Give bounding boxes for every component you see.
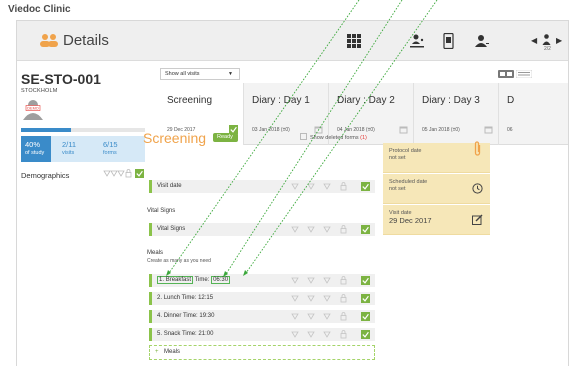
ready-badge: Ready [213, 133, 238, 142]
protocol-date-card: Protocol date not set [383, 141, 490, 173]
subject-avatar: DEMO [23, 100, 43, 120]
calendar-icon [399, 126, 408, 134]
chevron-down-icon: ▼ [228, 71, 233, 77]
check-icon [361, 312, 370, 321]
person-icon [542, 34, 551, 45]
people-icon [40, 34, 58, 47]
subject-stats: 40% of study 2/11 visits 6/15 forms [21, 136, 145, 162]
demographics-label[interactable]: Demographics [21, 171, 69, 180]
meal-time-field: 06:30 [211, 276, 231, 284]
visit-card-day4[interactable]: D 06 [500, 83, 584, 145]
visit-name: Diary : Day 1 [252, 95, 310, 106]
check-icon [361, 225, 370, 234]
calendar-icon [484, 126, 493, 134]
row-label: Vital Signs [157, 226, 186, 232]
meals-section: Meals [147, 250, 164, 256]
visit-card-day3[interactable]: Diary : Day 3 05 Jan 2018 (±0) [415, 83, 499, 145]
row-label: 5. Snack Time: 21:00 [157, 331, 214, 337]
visit-date: 05 Jan 2018 (±0) [422, 127, 460, 133]
visit-date: 06 [507, 127, 513, 133]
row-status-icons [291, 294, 347, 303]
info-value: not set [389, 155, 406, 161]
info-value: 29 Dec 2017 [389, 216, 432, 225]
row-status-icons [291, 182, 347, 191]
site-name: STOCKHOLM [21, 88, 58, 94]
deleted-count: (1) [360, 135, 367, 141]
info-value: not set [389, 186, 406, 192]
meal-row[interactable]: 4. Dinner Time: 19:30 [149, 310, 375, 323]
row-status-icons [291, 276, 347, 285]
meal-name-field: 1. Breakfast [157, 276, 194, 284]
study-progress-fill [21, 128, 71, 132]
card-view-icon[interactable] [498, 70, 514, 78]
row-label: 4. Dinner Time: 19:30 [157, 313, 215, 319]
user-chart-icon[interactable] [410, 33, 424, 49]
scheduled-date-card: Scheduled date not set [383, 174, 490, 204]
demographics-status-icons [103, 169, 144, 178]
page-title: Details [63, 32, 109, 49]
meal-row[interactable]: 1. Breakfast Time: 06:30 [149, 274, 375, 287]
check-icon [361, 294, 370, 303]
form-title: Screening [143, 130, 207, 146]
add-meal-label: Meals [164, 349, 181, 355]
plus-icon: + [155, 349, 159, 355]
avatar-text: DEMO [27, 106, 38, 110]
visit-date: 03 Jan 2018 (±0) [252, 127, 290, 133]
meals-subtitle: Create as many as you need [147, 258, 211, 264]
list-view-icon[interactable] [516, 70, 532, 78]
meal-row[interactable]: 2. Lunch Time: 12:15 [149, 292, 375, 305]
visit-filter-select[interactable]: Show all visits ▼ [160, 68, 240, 80]
grid-icon[interactable] [347, 33, 361, 49]
info-title: Protocol date [389, 148, 422, 154]
info-title: Scheduled date [389, 179, 428, 185]
row-status-icons [291, 312, 347, 321]
row-label: 2. Lunch Time: 12:15 [157, 295, 214, 301]
edit-icon[interactable] [472, 214, 483, 225]
paperclip-icon[interactable] [473, 141, 482, 157]
visit-name: D [507, 95, 515, 106]
visit-name: Screening [167, 95, 213, 106]
app-title: Viedoc Clinic [8, 4, 71, 15]
visit-filter-value: Show all visits [165, 71, 200, 77]
top-bar: Details ◀ ▶ 2/2 [17, 21, 568, 61]
pager-count: 2/2 [544, 46, 551, 52]
stat-forms: 6/15 forms [103, 140, 118, 156]
row-status-icons [291, 330, 347, 339]
next-icon[interactable]: ▶ [556, 36, 562, 45]
user-add-icon[interactable] [475, 33, 489, 49]
previous-icon[interactable]: ◀ [531, 36, 537, 45]
show-deleted-label: Show deleted forms [310, 135, 359, 141]
row-label: 1. Breakfast Time: 06:30 [157, 276, 231, 284]
device-icon[interactable] [443, 33, 454, 49]
show-deleted-checkbox[interactable] [300, 133, 307, 140]
clock-icon [472, 183, 483, 194]
check-icon [361, 330, 370, 339]
study-progress [21, 128, 145, 132]
show-deleted-toggle[interactable]: Show deleted forms (1) [300, 133, 367, 141]
meal-row[interactable]: 5. Snack Time: 21:00 [149, 328, 375, 341]
add-meal-button[interactable]: + Meals [149, 345, 375, 360]
visit-name: Diary : Day 2 [337, 95, 395, 106]
row-label: Visit date [157, 183, 182, 189]
stat-visits: 2/11 visits [62, 140, 77, 156]
stat-study: 40% of study [21, 136, 51, 162]
vital-signs-section: Vital Signs [147, 208, 176, 214]
row-status-icons [291, 225, 347, 234]
visit-date-row[interactable]: Visit date [149, 180, 375, 193]
visit-date-card: Visit date 29 Dec 2017 [383, 205, 490, 235]
check-icon [361, 182, 370, 191]
subject-id: SE-STO-001 [21, 71, 101, 87]
vital-signs-row[interactable]: Vital Signs [149, 223, 375, 236]
subject-pager: ◀ ▶ 2/2 [531, 31, 567, 52]
check-icon [361, 276, 370, 285]
visit-name: Diary : Day 3 [422, 95, 480, 106]
